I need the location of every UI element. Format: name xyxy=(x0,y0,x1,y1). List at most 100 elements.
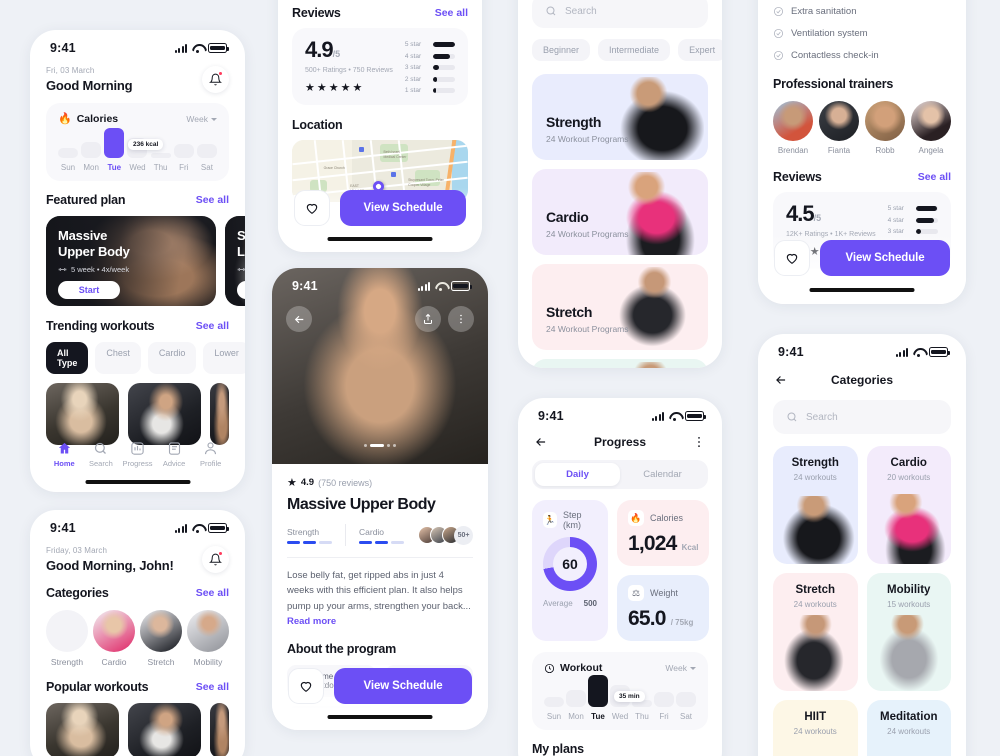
weight-metric-card[interactable]: ⚖ Weight 65.0 / 75kg xyxy=(617,575,710,641)
tab-calendar[interactable]: Calendar xyxy=(620,463,705,486)
share-button[interactable] xyxy=(415,306,441,332)
more-options-button[interactable] xyxy=(448,306,474,332)
category-tile-stretch[interactable]: Stretch 24 workouts xyxy=(773,573,858,691)
notification-button[interactable] xyxy=(202,546,229,573)
gym-feature-label: Contactless check-in xyxy=(791,50,879,61)
featured-carousel[interactable]: Massive Upper Body 5 week • 4x/week Start… xyxy=(46,216,245,306)
chip-intermediate[interactable]: Intermediate xyxy=(598,39,671,61)
chip-expert[interactable]: Expert xyxy=(678,39,722,61)
search-card-strength[interactable]: Strength 24 Workout Programs xyxy=(532,74,708,160)
category-cardio[interactable]: Cardio xyxy=(93,610,135,667)
category-tile-hiit[interactable]: HIIT 24 workouts xyxy=(773,700,858,756)
workout-bar-sat[interactable]: Sat xyxy=(676,692,696,721)
step-card[interactable]: 🏃 Step (km) 60 Average 500 xyxy=(532,500,608,641)
category-tile-mobility[interactable]: Mobility 15 workouts xyxy=(866,573,951,691)
chip-chest[interactable]: Chest xyxy=(95,342,141,374)
tab-advice[interactable]: Advice xyxy=(156,441,193,468)
categories-search-placeholder: Search xyxy=(806,411,838,423)
featured-card-secondary[interactable]: SL xyxy=(225,216,245,306)
popular-card[interactable] xyxy=(46,703,120,756)
tab-search[interactable]: Search xyxy=(83,441,120,468)
category-tile-meditation[interactable]: Meditation 24 workouts xyxy=(866,700,951,756)
program-tag-cardio: Cardio xyxy=(346,527,404,544)
trainer-item[interactable]: Robb xyxy=(865,101,905,155)
greeting-text: Good Morning, John! xyxy=(46,558,174,573)
back-button[interactable] xyxy=(286,306,312,332)
trending-card[interactable] xyxy=(128,383,202,445)
gym-feature-row: Extra sanitation xyxy=(773,6,951,17)
notification-button[interactable] xyxy=(202,66,229,93)
categories-search-input[interactable]: Search xyxy=(773,400,951,434)
category-tile-strength[interactable]: Strength 24 workouts xyxy=(773,446,858,564)
view-schedule-button[interactable]: View Schedule xyxy=(820,240,950,276)
tab-progress[interactable]: Progress xyxy=(119,441,156,468)
category-strength[interactable]: Strength xyxy=(46,610,88,667)
chip-all-type[interactable]: All Type xyxy=(46,342,89,374)
popular-card[interactable] xyxy=(128,703,202,756)
search-card-mobility[interactable]: Mobility 24 Workout Programs xyxy=(532,359,708,368)
calories-bar-mon[interactable]: Mon xyxy=(81,142,102,172)
chip-lower[interactable]: Lower xyxy=(203,342,245,374)
search-card-cardio[interactable]: Cardio 24 Workout Programs xyxy=(532,169,708,255)
favorite-button[interactable] xyxy=(294,190,330,226)
hero-pagination[interactable] xyxy=(364,444,396,447)
calories-bar-sat[interactable]: Sat xyxy=(196,144,217,172)
gym-reviews-see-all[interactable]: See all xyxy=(918,171,951,183)
trending-see-all[interactable]: See all xyxy=(196,320,229,332)
search-card-stretch[interactable]: Stretch 24 Workout Programs xyxy=(532,264,708,350)
gym-bar-row: 4 star xyxy=(888,217,938,224)
category-tile-cardio[interactable]: Cardio 20 workouts xyxy=(866,446,951,564)
more-vertical-icon[interactable] xyxy=(692,435,706,449)
category-tile-title: Cardio xyxy=(890,457,927,469)
calories-bar-fri[interactable]: Fri xyxy=(173,144,194,172)
read-more-link[interactable]: Read more xyxy=(287,616,336,627)
chip-cardio[interactable]: Cardio xyxy=(147,342,197,374)
popular-card[interactable] xyxy=(210,703,229,756)
workout-bar-sun[interactable]: Sun xyxy=(544,697,564,721)
calories-range-select[interactable]: Week xyxy=(186,114,217,124)
cellular-icon xyxy=(174,523,187,533)
workout-bar-tue[interactable]: Tue xyxy=(588,675,608,721)
categories-see-all[interactable]: See all xyxy=(196,587,229,599)
trainer-item[interactable]: Brendan xyxy=(773,101,813,155)
back-arrow-icon[interactable] xyxy=(534,435,548,449)
view-schedule-button[interactable]: View Schedule xyxy=(334,668,472,704)
featured-start-button[interactable]: Start xyxy=(58,280,120,299)
chip-beginner[interactable]: Beginner xyxy=(532,39,591,61)
tab-home[interactable]: Home xyxy=(46,441,83,468)
search-icon xyxy=(787,412,797,422)
search-input[interactable]: Search xyxy=(532,0,708,28)
home-indicator xyxy=(809,287,915,292)
workout-range-select[interactable]: Week xyxy=(665,663,696,673)
reviews-see-all[interactable]: See all xyxy=(435,7,468,19)
battery-icon xyxy=(208,43,229,53)
featured-card-primary[interactable]: Massive Upper Body 5 week • 4x/week Start xyxy=(46,216,216,306)
favorite-button[interactable] xyxy=(288,668,324,704)
favorite-button[interactable] xyxy=(774,240,810,276)
trending-card[interactable] xyxy=(210,383,229,445)
trainer-item[interactable]: Angela xyxy=(911,101,951,155)
category-label: Mobility xyxy=(193,657,223,667)
program-avatars[interactable]: 50+ xyxy=(418,525,473,545)
trainer-item[interactable]: Fianta xyxy=(819,101,859,155)
search-card-subtitle: 24 Workout Programs xyxy=(546,324,629,334)
program-title: Massive Upper Body xyxy=(287,496,436,513)
view-schedule-button[interactable]: View Schedule xyxy=(340,190,466,226)
tab-daily[interactable]: Daily xyxy=(535,463,620,486)
calories-bar-thu[interactable]: Thu xyxy=(150,153,171,172)
trending-card[interactable] xyxy=(46,383,120,445)
trending-cards xyxy=(46,383,229,445)
progress-tab-switch: Daily Calendar xyxy=(532,460,708,489)
calories-bar-sun[interactable]: Sun xyxy=(58,148,78,172)
calories-bar-tue[interactable]: Tue xyxy=(104,128,125,172)
popular-see-all[interactable]: See all xyxy=(196,681,229,693)
category-mobility[interactable]: Mobility xyxy=(187,610,229,667)
category-stretch[interactable]: Stretch xyxy=(140,610,182,667)
workout-bar-thu[interactable]: Thu xyxy=(632,700,652,721)
calories-metric-card[interactable]: 🔥 Calories 1,024 Kcal xyxy=(617,500,710,566)
tab-profile[interactable]: Profile xyxy=(192,441,229,468)
workout-bar-mon[interactable]: Mon xyxy=(566,690,586,721)
featured-see-all[interactable]: See all xyxy=(196,194,229,206)
workout-bar-fri[interactable]: Fri xyxy=(654,692,674,721)
phone-home-categories: 9:41 Friday, 03 March Good Morning, John… xyxy=(30,510,245,756)
